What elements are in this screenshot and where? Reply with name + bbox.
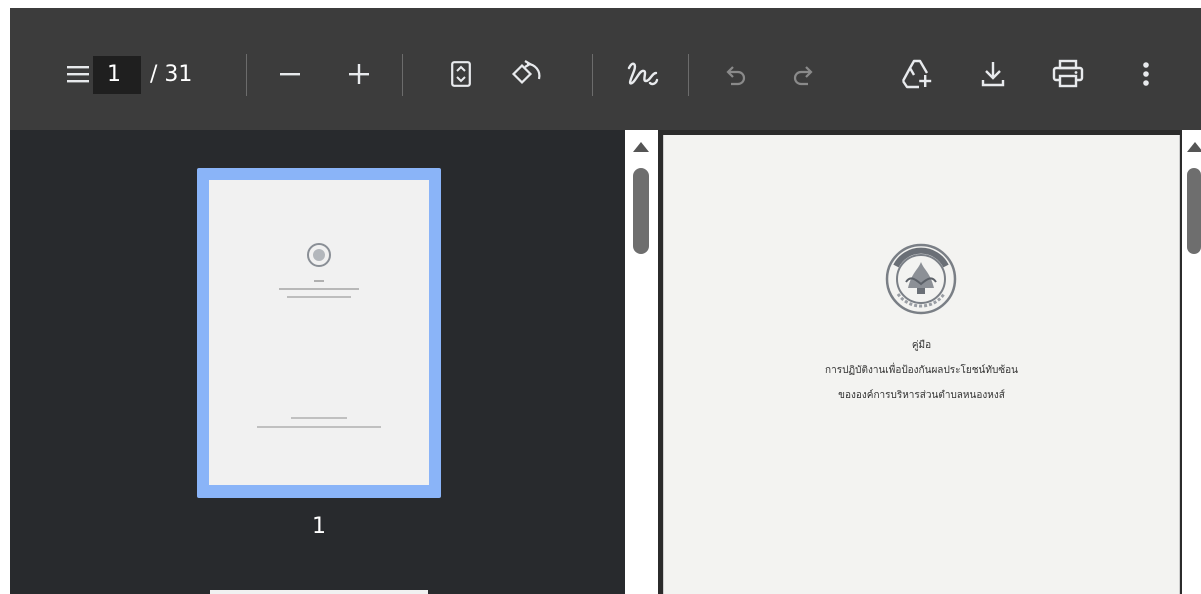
- sidebar-scrollbar[interactable]: [625, 130, 658, 594]
- window-left-edge: [0, 8, 10, 594]
- document-title: คู่มือ: [911, 340, 932, 351]
- undo-icon[interactable]: [722, 62, 748, 88]
- add-to-drive-icon[interactable]: [898, 58, 934, 90]
- toolbar-divider: [688, 54, 689, 96]
- scroll-up-arrow-icon[interactable]: [633, 142, 649, 152]
- page-total: / 31: [150, 62, 193, 87]
- print-icon[interactable]: [1050, 58, 1086, 90]
- download-icon[interactable]: [978, 58, 1008, 90]
- fit-page-icon[interactable]: [448, 60, 474, 88]
- rotate-icon[interactable]: [510, 58, 546, 90]
- page-number-input[interactable]: 1: [93, 56, 141, 94]
- toolbar-divider: [402, 54, 403, 96]
- document-page-1: คู่มือ การปฏิบัติงานเพื่อป้องกันผลประโยช…: [663, 135, 1180, 594]
- thumbnail-page-1[interactable]: [197, 168, 441, 498]
- menu-icon[interactable]: [66, 62, 90, 86]
- seal-emblem-icon: [885, 243, 957, 315]
- scrollbar-thumb[interactable]: [1187, 168, 1201, 254]
- window-top-edge: [0, 0, 1201, 8]
- more-options-icon[interactable]: [1136, 58, 1156, 90]
- pdf-viewer: 1 / 31 1 คู่มือ การปฏิบัติงานเพื่อป้องกั…: [0, 0, 1201, 594]
- toolbar: 1 / 31: [10, 8, 1201, 130]
- thumbnail-page-number: 1: [312, 514, 326, 539]
- scrollbar-thumb[interactable]: [633, 168, 649, 254]
- scroll-up-arrow-icon[interactable]: [1187, 142, 1201, 152]
- thumbnail-page-2-edge[interactable]: [210, 590, 428, 594]
- document-organization: ขององค์การบริหารส่วนตำบลหนองหงส์: [838, 390, 1005, 401]
- redo-icon[interactable]: [791, 62, 817, 88]
- document-scrollbar[interactable]: [1182, 130, 1201, 594]
- document-subtitle: การปฏิบัติงานเพื่อป้องกันผลประโยชน์ทับซ้…: [825, 365, 1018, 376]
- draw-icon[interactable]: [625, 58, 661, 90]
- zoom-in-icon[interactable]: [347, 62, 371, 86]
- zoom-out-icon[interactable]: [278, 62, 302, 86]
- thumbnail-preview: [209, 180, 429, 485]
- toolbar-divider: [246, 54, 247, 96]
- document-viewport: คู่มือ การปฏิบัติงานเพื่อป้องกันผลประโยช…: [658, 130, 1182, 594]
- thumbnail-sidebar: 1: [10, 130, 625, 594]
- toolbar-divider: [592, 54, 593, 96]
